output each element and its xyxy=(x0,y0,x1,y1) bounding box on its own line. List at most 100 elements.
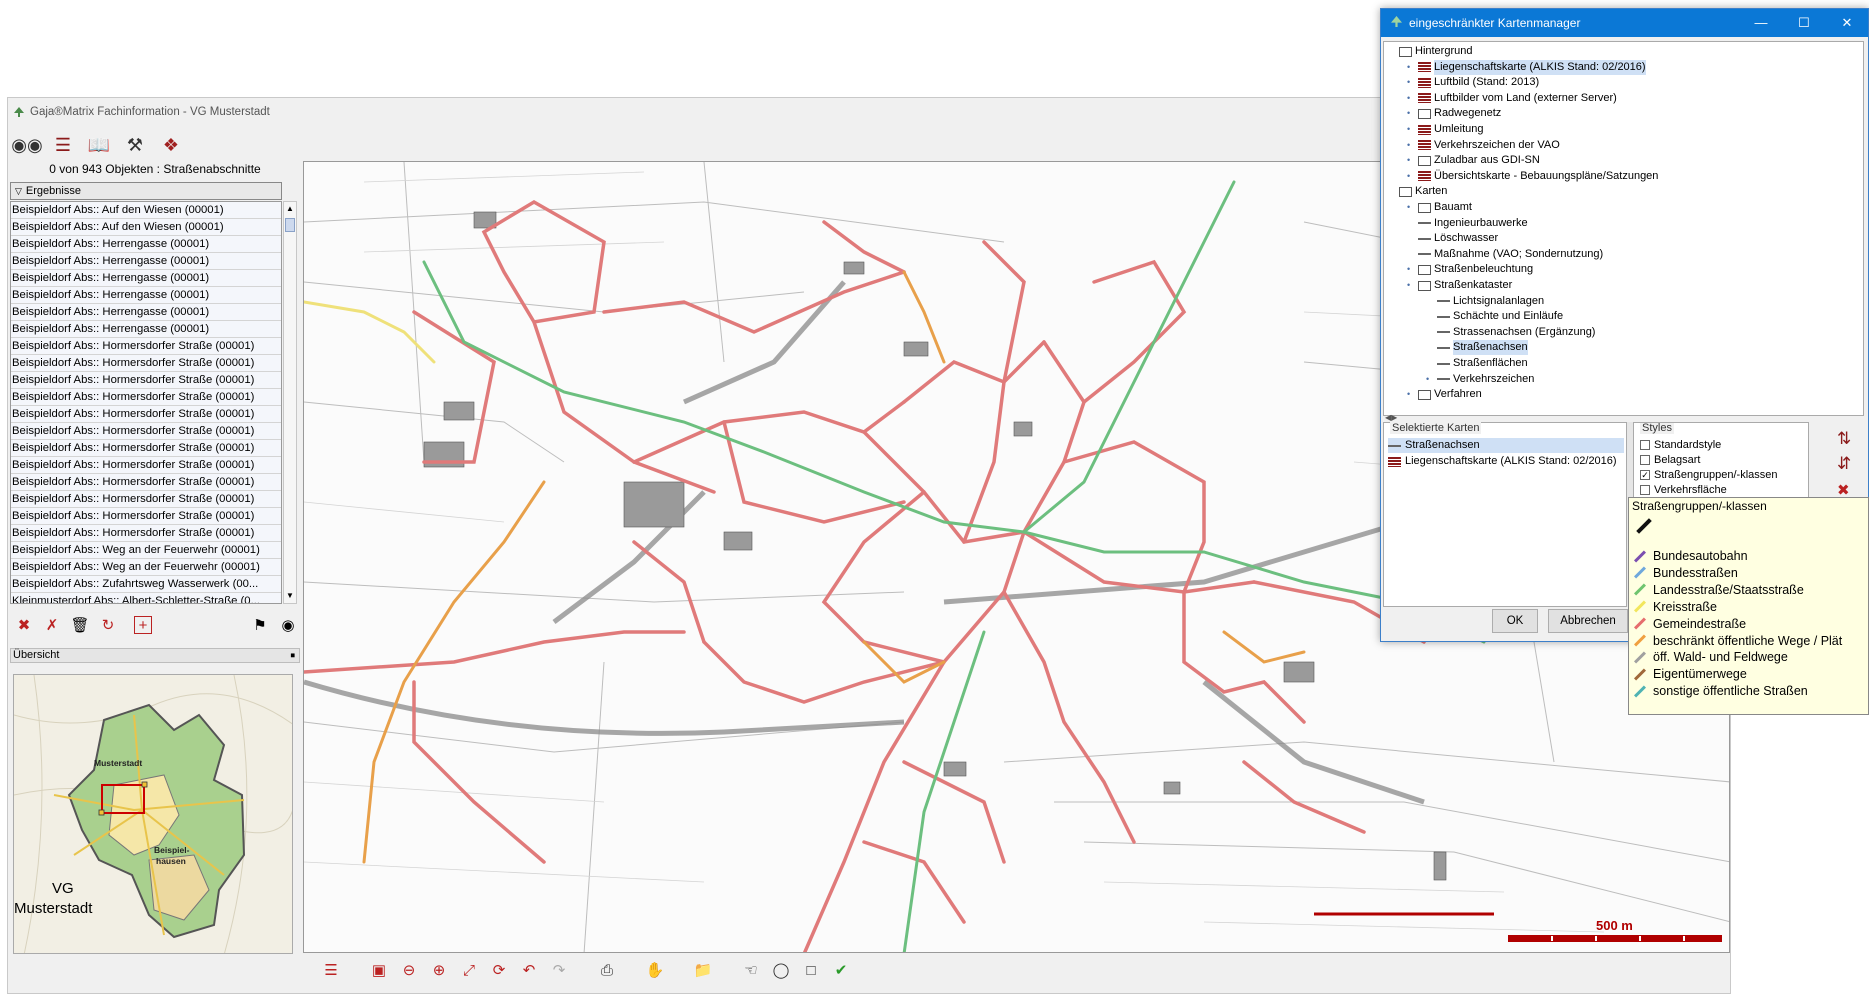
scroll-thumb[interactable] xyxy=(285,218,295,232)
tree-item[interactable]: Lichtsignalanlagen xyxy=(1426,294,1544,309)
notebook-icon[interactable]: 📖 xyxy=(86,132,112,158)
style-move-down-icon[interactable]: ⇵ xyxy=(1837,454,1851,474)
result-row[interactable]: Kleinmusterdorf Abs:: Albert-Schletter-S… xyxy=(11,593,281,603)
tree-item[interactable]: Maßnahme (VAO; Sondernutzung) xyxy=(1407,247,1603,262)
style-move-up-icon[interactable]: ⇅ xyxy=(1837,429,1851,449)
hammer-icon[interactable]: ⚒ xyxy=(122,132,148,158)
tree-item[interactable]: Ingenieurbauwerke xyxy=(1407,216,1528,231)
result-row[interactable]: Beispieldorf Abs:: Hormersdorfer Straße … xyxy=(11,423,281,440)
tree-item[interactable]: • Umleitung xyxy=(1407,122,1484,137)
trash-icon[interactable]: 🗑 xyxy=(70,615,90,635)
expander-icon[interactable]: • xyxy=(1407,60,1415,75)
rotate-icon[interactable]: ⟳ xyxy=(488,959,510,981)
expander-icon[interactable]: • xyxy=(1407,262,1415,277)
result-row[interactable]: Beispieldorf Abs:: Hormersdorfer Straße … xyxy=(11,457,281,474)
expander-icon[interactable]: • xyxy=(1407,278,1415,293)
layer-tree[interactable]: Hintergrund • Liegenschaftskarte (ALKIS St… xyxy=(1383,41,1864,416)
cancel-button[interactable]: Abbrechen xyxy=(1548,609,1628,633)
expander-icon[interactable]: • xyxy=(1407,75,1415,90)
tree-item[interactable]: • Straßenkataster xyxy=(1407,278,1512,293)
tree-item[interactable]: • Zuladbar aus GDI-SN xyxy=(1407,153,1540,168)
tree-item[interactable]: Hintergrund xyxy=(1388,44,1472,59)
redo-icon[interactable]: ↷ xyxy=(548,959,570,981)
result-row[interactable]: Beispieldorf Abs:: Hormersdorfer Straße … xyxy=(11,474,281,491)
result-row[interactable]: Beispieldorf Abs:: Hormersdorfer Straße … xyxy=(11,355,281,372)
undo-icon[interactable]: ↶ xyxy=(518,959,540,981)
close-icon[interactable]: ✕ xyxy=(1832,13,1862,33)
result-row[interactable]: Beispieldorf Abs:: Hormersdorfer Straße … xyxy=(11,406,281,423)
tree-item[interactable]: • Verkehrszeichen der VAO xyxy=(1407,138,1560,153)
flag-icon[interactable]: ⚑ xyxy=(250,615,270,635)
zoom-in-icon[interactable]: ⊕ xyxy=(428,959,450,981)
result-row[interactable]: Beispieldorf Abs:: Herrengasse (00001) xyxy=(11,270,281,287)
results-header[interactable]: ▽ Ergebnisse xyxy=(10,182,282,200)
expander-icon[interactable]: • xyxy=(1407,153,1415,168)
result-row[interactable]: Beispieldorf Abs:: Hormersdorfer Straße … xyxy=(11,491,281,508)
expander-icon[interactable]: • xyxy=(1407,91,1415,106)
results-scrollbar[interactable]: ▲ ▼ xyxy=(283,201,297,604)
tree-item[interactable]: • Verfahren xyxy=(1407,387,1482,402)
binoculars-icon[interactable]: ◉◉ xyxy=(11,132,42,158)
style-option[interactable]: Standardstyle xyxy=(1640,439,1721,451)
style-option[interactable]: Belagsart xyxy=(1640,454,1700,466)
eye-icon[interactable]: ◉ xyxy=(278,615,298,635)
style-option[interactable]: ✓ Straßengruppen/-klassen xyxy=(1640,469,1778,481)
folder-icon[interactable]: 📁 xyxy=(692,959,714,981)
style-option[interactable]: Verkehrsfläche xyxy=(1640,484,1727,496)
tree-item[interactable]: • Luftbild (Stand: 2013) xyxy=(1407,75,1539,90)
result-row[interactable]: Beispieldorf Abs:: Hormersdorfer Straße … xyxy=(11,508,281,525)
tree-item[interactable]: • Bauamt xyxy=(1407,200,1472,215)
style-checkbox[interactable] xyxy=(1640,440,1650,450)
style-checkbox[interactable] xyxy=(1640,455,1650,465)
overview-map[interactable]: Musterstadt Beispiel- hausen VG Musterst… xyxy=(13,674,293,954)
layers-icon[interactable]: ☰ xyxy=(50,132,76,158)
pan-hand-icon[interactable]: ✋ xyxy=(644,959,666,981)
result-row[interactable]: Beispieldorf Abs:: Auf den Wiesen (00001… xyxy=(11,202,281,219)
delete-lock-icon[interactable]: ✗ xyxy=(42,615,62,635)
delete-selection-icon[interactable]: ✖ xyxy=(14,615,34,635)
legend-list-icon[interactable]: ☰ xyxy=(320,959,342,981)
result-row[interactable]: Beispieldorf Abs:: Weg an der Feuerwehr … xyxy=(11,559,281,576)
expander-icon[interactable]: • xyxy=(1407,169,1415,184)
check-icon[interactable]: ✔ xyxy=(830,959,852,981)
splitter-arrows[interactable]: ◀▶ xyxy=(1385,413,1397,422)
minimize-icon[interactable]: — xyxy=(1746,13,1776,33)
refresh-icon[interactable]: ↻ xyxy=(98,615,118,635)
zoom-out-icon[interactable]: ⊖ xyxy=(398,959,420,981)
tree-item[interactable]: Karten xyxy=(1388,184,1447,199)
tree-item[interactable]: • Verkehrszeichen xyxy=(1426,372,1534,387)
result-row[interactable]: Beispieldorf Abs:: Weg an der Feuerwehr … xyxy=(11,542,281,559)
tree-item[interactable]: • Liegenschaftskarte (ALKIS Stand: 02/201… xyxy=(1407,59,1646,75)
dialog-titlebar[interactable]: eingeschränkter Kartenmanager — ☐ ✕ xyxy=(1381,9,1868,37)
add-icon[interactable]: + xyxy=(134,616,152,634)
tree-item[interactable]: • Übersichtskarte - Bebauungspläne/Satzun… xyxy=(1407,169,1658,184)
scroll-down-icon[interactable]: ▼ xyxy=(284,589,296,603)
results-list[interactable]: Beispieldorf Abs:: Auf den Wiesen (00001… xyxy=(10,201,282,604)
expander-icon[interactable]: • xyxy=(1407,122,1415,137)
result-row[interactable]: Beispieldorf Abs:: Herrengasse (00001) xyxy=(11,236,281,253)
tree-item[interactable]: Löschwasser xyxy=(1407,231,1498,246)
select-rect-icon[interactable]: □ xyxy=(800,959,822,981)
pin-icon[interactable]: ❖ xyxy=(158,132,184,158)
ok-button[interactable]: OK xyxy=(1492,609,1538,633)
zoom-window-icon[interactable]: ▣ xyxy=(368,959,390,981)
tree-item[interactable]: Strassenachsen (Ergänzung) xyxy=(1426,325,1595,340)
tree-item[interactable]: • Luftbilder vom Land (externer Server) xyxy=(1407,91,1617,106)
expander-icon[interactable]: • xyxy=(1407,387,1415,402)
result-row[interactable]: Beispieldorf Abs:: Herrengasse (00001) xyxy=(11,253,281,270)
result-row[interactable]: Beispieldorf Abs:: Hormersdorfer Straße … xyxy=(11,389,281,406)
result-row[interactable]: Beispieldorf Abs:: Hormersdorfer Straße … xyxy=(11,372,281,389)
expander-icon[interactable]: • xyxy=(1426,372,1434,387)
result-row[interactable]: Beispieldorf Abs:: Herrengasse (00001) xyxy=(11,321,281,338)
tree-item[interactable]: • Radwegenetz xyxy=(1407,106,1501,121)
scroll-up-icon[interactable]: ▲ xyxy=(284,202,296,216)
expander-icon[interactable]: • xyxy=(1407,200,1415,215)
result-row[interactable]: Beispieldorf Abs:: Zufahrtsweg Wasserwer… xyxy=(11,576,281,593)
result-row[interactable]: Beispieldorf Abs:: Herrengasse (00001) xyxy=(11,287,281,304)
result-row[interactable]: Beispieldorf Abs:: Hormersdorfer Straße … xyxy=(11,338,281,355)
result-row[interactable]: Beispieldorf Abs:: Herrengasse (00001) xyxy=(11,304,281,321)
style-checkbox-checked[interactable]: ✓ xyxy=(1640,470,1650,480)
style-checkbox[interactable] xyxy=(1640,485,1650,495)
result-row[interactable]: Beispieldorf Abs:: Hormersdorfer Straße … xyxy=(11,440,281,457)
select-point-icon[interactable]: ☜ xyxy=(740,959,762,981)
